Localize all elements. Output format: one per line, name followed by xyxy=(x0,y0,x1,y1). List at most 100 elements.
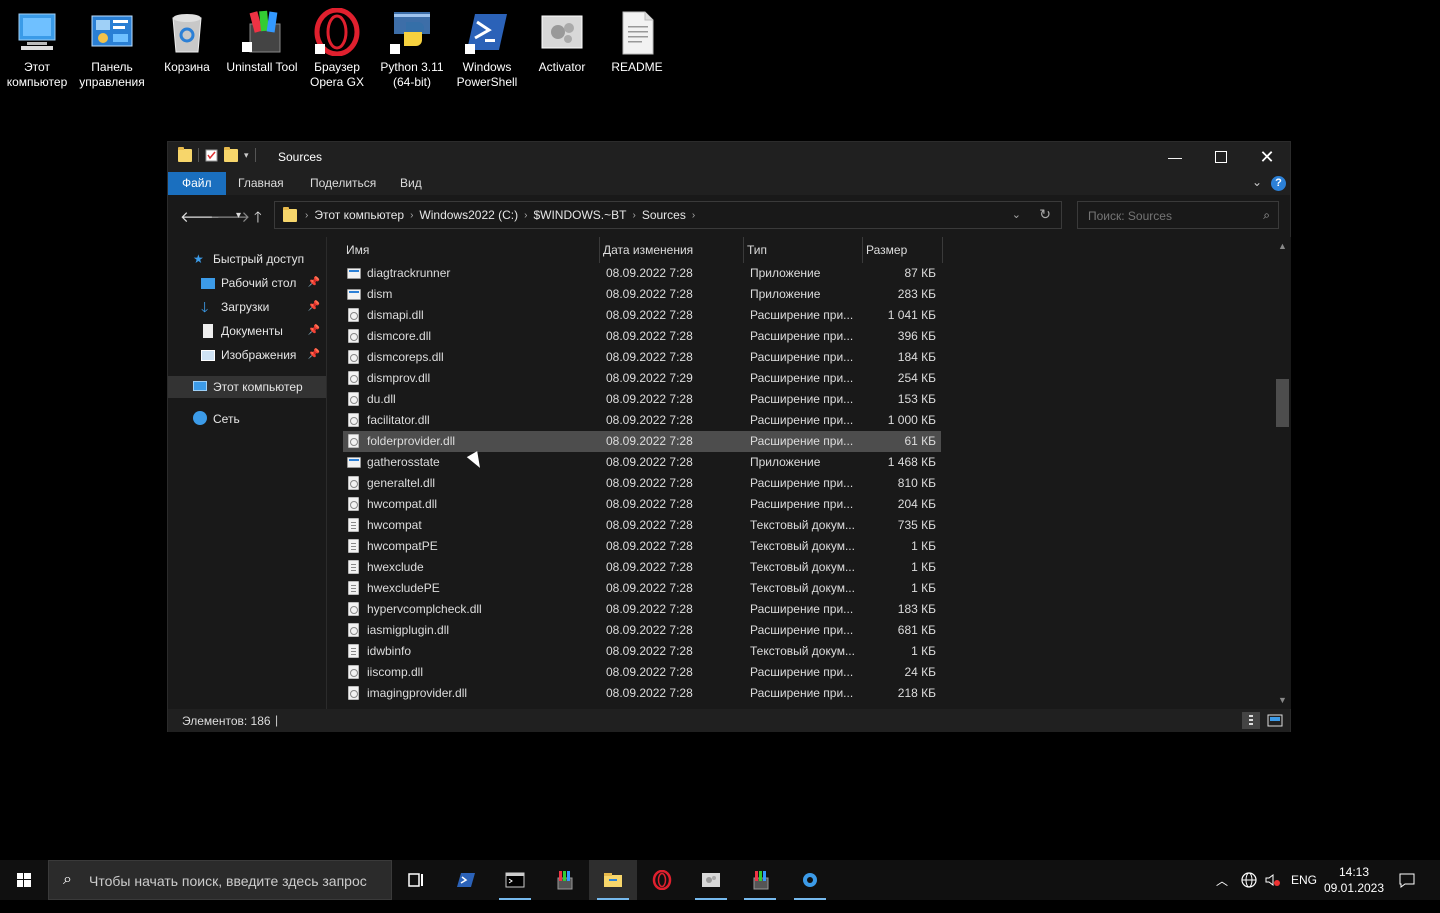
clock[interactable]: 14:13 09.01.2023 xyxy=(1320,864,1388,896)
scroll-up-icon[interactable]: ▲ xyxy=(1278,241,1287,251)
pin-icon[interactable]: 📌 xyxy=(308,320,320,342)
maximize-button[interactable] xyxy=(1198,142,1244,172)
column-header-name[interactable]: Имя xyxy=(343,237,600,263)
taskbar-app-opera[interactable] xyxy=(638,860,686,900)
network-icon[interactable] xyxy=(1240,871,1258,911)
help-button[interactable]: ? xyxy=(1271,176,1286,191)
taskbar-app-archive[interactable] xyxy=(540,860,588,900)
desktop-icon-uninstall-tool[interactable]: Uninstall Tool xyxy=(225,6,299,75)
table-row[interactable]: gatherosstate 08.09.2022 7:28 Приложение 1 … xyxy=(343,452,941,473)
tab-home[interactable]: Главная xyxy=(224,172,298,195)
nav-quick-access[interactable]: ★ Быстрый доступ xyxy=(168,248,326,270)
desktop-icon-activator[interactable]: Activator xyxy=(525,6,599,75)
table-row[interactable]: dismapi.dll 08.09.2022 7:28 Расширение при… xyxy=(343,305,941,326)
task-view-button[interactable] xyxy=(392,860,440,900)
pin-icon[interactable]: 📌 xyxy=(308,272,320,294)
taskbar-app-terminal[interactable] xyxy=(491,860,539,900)
nav-item-pictures[interactable]: Изображения 📌 xyxy=(168,344,326,366)
desktop-icon-readme[interactable]: README xyxy=(600,6,674,75)
tab-file[interactable]: Файл xyxy=(168,172,226,195)
breadcrumb-item[interactable]: Sources xyxy=(642,208,686,222)
breadcrumb-item[interactable]: Этот компьютер xyxy=(314,208,404,222)
taskbar-app-file-explorer[interactable] xyxy=(589,860,637,900)
taskbar-app-uninstall-tool[interactable] xyxy=(736,860,784,900)
table-row[interactable]: folderprovider.dll 08.09.2022 7:28 Расшире… xyxy=(343,431,941,452)
taskbar-app-activator[interactable] xyxy=(687,860,735,900)
table-row[interactable]: facilitator.dll 08.09.2022 7:28 Расширение… xyxy=(343,410,941,431)
column-header-date[interactable]: Дата изменения xyxy=(600,237,744,263)
customize-qa-icon[interactable]: ▾ xyxy=(244,150,249,161)
table-row[interactable]: idwbinfo 08.09.2022 7:28 Текстовый докум..… xyxy=(343,641,941,662)
show-hidden-icons-chevron-icon[interactable]: ︿ xyxy=(1216,872,1228,912)
table-row[interactable]: hwcompat.dll 08.09.2022 7:28 Расширение пр… xyxy=(343,494,941,515)
chevron-right-icon[interactable]: › xyxy=(632,210,635,221)
nav-item-desktop[interactable]: Рабочий стол 📌 xyxy=(168,272,326,294)
tab-view[interactable]: Вид xyxy=(386,172,436,195)
file-name: du.dll xyxy=(367,392,396,406)
pin-icon[interactable]: 📌 xyxy=(308,344,320,366)
refresh-icon[interactable]: ↻ xyxy=(1039,206,1051,223)
table-row[interactable]: dism 08.09.2022 7:28 Приложение 283 КБ xyxy=(343,284,941,305)
input-language[interactable]: ENG xyxy=(1291,873,1317,913)
chevron-right-icon[interactable]: › xyxy=(524,210,527,221)
search-input[interactable] xyxy=(1086,208,1260,224)
notification-center-button[interactable] xyxy=(1398,871,1416,911)
table-row[interactable]: iiscomp.dll 08.09.2022 7:28 Расширение при… xyxy=(343,662,941,683)
chevron-right-icon[interactable]: › xyxy=(692,210,695,221)
forward-button[interactable]: 🡒 xyxy=(210,207,250,226)
new-folder-icon[interactable] xyxy=(224,146,238,162)
title-bar[interactable]: ▾ Sources — ✕ xyxy=(168,142,1290,172)
table-row[interactable]: imagingprovider.dll 08.09.2022 7:28 Расшир… xyxy=(343,683,941,704)
table-row[interactable]: dismprov.dll 08.09.2022 7:29 Расширение пр… xyxy=(343,368,941,389)
table-row[interactable]: generaltel.dll 08.09.2022 7:28 Расширение … xyxy=(343,473,941,494)
table-row[interactable]: dismcoreps.dll 08.09.2022 7:28 Расширение … xyxy=(343,347,941,368)
address-history-chevron-icon[interactable]: ⌄ xyxy=(1012,208,1021,221)
chevron-right-icon[interactable]: › xyxy=(410,210,413,221)
table-row[interactable]: hwexclude 08.09.2022 7:28 Текстовый докум.… xyxy=(343,557,941,578)
desktop-icon-control-panel[interactable]: Панель управления xyxy=(75,6,149,90)
taskbar-search[interactable]: ⌕ Чтобы начать поиск, введите здесь запр… xyxy=(48,860,392,900)
column-header-type[interactable]: Тип xyxy=(744,237,863,263)
recent-locations-chevron-icon[interactable]: ▾ xyxy=(236,210,241,221)
nav-item-downloads[interactable]: 🡓 Загрузки 📌 xyxy=(168,296,326,318)
desktop-icon-powershell[interactable]: Windows PowerShell xyxy=(450,6,524,90)
search-box[interactable]: ⌕ xyxy=(1077,201,1279,229)
up-button[interactable]: 🡑 xyxy=(254,207,262,232)
file-date: 08.09.2022 7:28 xyxy=(606,581,693,595)
address-bar[interactable]: › Этот компьютер › Windows2022 (C:) › $W… xyxy=(274,201,1062,229)
nav-label: Изображения xyxy=(221,348,297,362)
taskbar-app-settings[interactable] xyxy=(786,860,834,900)
large-icons-view-button[interactable] xyxy=(1266,712,1284,729)
taskbar-app-powershell[interactable] xyxy=(442,860,490,900)
table-row[interactable]: hypervcomplcheck.dll 08.09.2022 7:28 Расши… xyxy=(343,599,941,620)
column-header-size[interactable]: Размер xyxy=(863,237,943,263)
table-row[interactable]: hwexcludePE 08.09.2022 7:28 Текстовый доку… xyxy=(343,578,941,599)
start-button[interactable] xyxy=(0,860,48,900)
vertical-scrollbar[interactable]: ▲ ▼ xyxy=(1274,237,1291,709)
pin-icon[interactable]: 📌 xyxy=(308,296,320,318)
tab-share[interactable]: Поделиться xyxy=(296,172,390,195)
table-row[interactable]: hwcompatPE 08.09.2022 7:28 Текстовый докум… xyxy=(343,536,941,557)
scrollbar-thumb[interactable] xyxy=(1276,379,1289,427)
details-view-button[interactable] xyxy=(1242,712,1260,729)
minimize-button[interactable]: — xyxy=(1152,142,1198,172)
volume-muted-icon[interactable] xyxy=(1264,871,1282,911)
nav-this-pc[interactable]: Этот компьютер xyxy=(168,376,326,398)
desktop-icon-python[interactable]: Python 3.11 (64-bit) xyxy=(375,6,449,90)
scroll-down-icon[interactable]: ▼ xyxy=(1278,695,1287,705)
breadcrumb-item[interactable]: $WINDOWS.~BT xyxy=(533,208,626,222)
desktop-icon-recycle-bin[interactable]: Корзина xyxy=(150,6,224,75)
desktop-icon-this-pc[interactable]: Этот компьютер xyxy=(0,6,74,90)
table-row[interactable]: dismcore.dll 08.09.2022 7:28 Расширение пр… xyxy=(343,326,941,347)
table-row[interactable]: diagtrackrunner 08.09.2022 7:28 Приложение… xyxy=(343,263,941,284)
breadcrumb-item[interactable]: Windows2022 (C:) xyxy=(419,208,518,222)
properties-icon[interactable] xyxy=(205,149,218,162)
table-row[interactable]: iasmigplugin.dll 08.09.2022 7:28 Расширени… xyxy=(343,620,941,641)
nav-item-documents[interactable]: Документы 📌 xyxy=(168,320,326,342)
close-button[interactable]: ✕ xyxy=(1244,142,1290,172)
table-row[interactable]: du.dll 08.09.2022 7:28 Расширение при... 15… xyxy=(343,389,941,410)
nav-network[interactable]: Сеть xyxy=(168,408,326,430)
table-row[interactable]: hwcompat 08.09.2022 7:28 Текстовый докум..… xyxy=(343,515,941,536)
expand-ribbon-chevron-icon[interactable]: ⌄ xyxy=(1252,175,1262,189)
desktop-icon-opera-gx[interactable]: Браузер Opera GX xyxy=(300,6,374,90)
